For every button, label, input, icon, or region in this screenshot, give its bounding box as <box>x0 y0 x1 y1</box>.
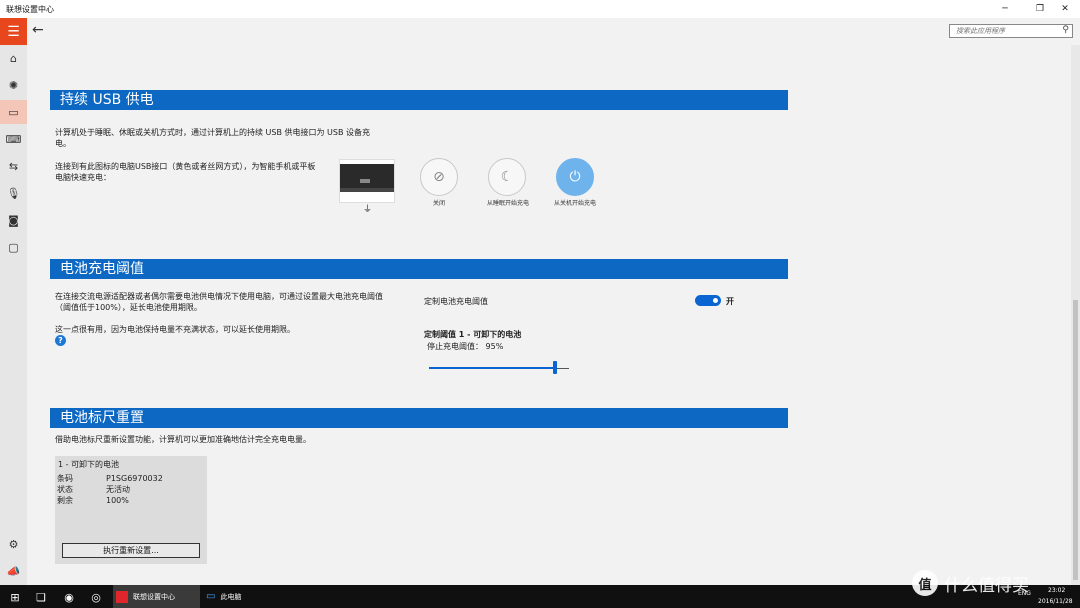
window-title: 联想设置中心 <box>6 5 54 14</box>
camera-icon: ◙ <box>8 213 19 227</box>
sidebar-item-power[interactable]: ▭ <box>0 100 27 124</box>
toggle-state-label: 开 <box>726 297 734 306</box>
close-icon: ✕ <box>1061 4 1069 14</box>
minimize-button[interactable]: ─ <box>990 0 1020 18</box>
battery-threshold-title: 定制阈值 1 - 可卸下的电池 <box>424 330 522 339</box>
usb-off-icon: ⊘ <box>433 169 445 185</box>
reset-gauge-button[interactable]: 执行重新设置... <box>62 543 200 558</box>
usb-power-icon: ⏻ <box>569 169 581 185</box>
usb-section-heading: 持续 USB 供电 <box>50 90 788 110</box>
usb-option-off[interactable]: ⊘ <box>420 158 458 196</box>
gauge-section-heading: 电池标尺重置 <box>50 408 788 428</box>
threshold-description-line1: 在连接交流电源适配器或者偶尔需要电池供电情况下使用电脑，可通过设置最大电池充电阈… <box>55 292 383 301</box>
taskbar-app-thispc[interactable]: ▭ 此电脑 <box>203 585 290 608</box>
back-arrow-icon: ← <box>32 22 44 38</box>
search-icon[interactable]: ⚲ <box>1062 25 1069 35</box>
search-box[interactable]: ⚲ <box>949 24 1073 38</box>
taskbar-app-lenovo[interactable]: 联想设置中心 <box>113 585 200 608</box>
lenovo-app-icon <box>116 590 128 603</box>
gauge-description: 借助电池标尺重新设置功能，计算机可以更加准确地估计完全充电电量。 <box>55 435 311 444</box>
usb-port-line2: 电脑快速充电： <box>55 173 111 182</box>
sidebar-item-input[interactable]: ⌨ <box>0 127 27 151</box>
sidebar-item-settings[interactable]: ⚙ <box>0 532 27 556</box>
task-view-icon: ❏ <box>36 590 46 604</box>
battery-icon: ▭ <box>8 105 19 119</box>
sidebar-item-feedback[interactable]: 📣 <box>0 559 27 583</box>
usb-port-line1: 连接到有此图标的电脑USB接口（黄色或者丝网方式），为智能手机或平板 <box>55 162 316 171</box>
usb-option-sleep[interactable]: ☾ <box>488 158 526 196</box>
search-input[interactable] <box>950 25 1056 37</box>
sidebar-item-network[interactable]: ⇆ <box>0 154 27 178</box>
taskbar-app-lenovo-label: 联想设置中心 <box>133 592 175 601</box>
task-view-button[interactable]: ❏ <box>32 588 50 606</box>
keyboard-icon: ⌨ <box>5 132 22 146</box>
gear-icon: ⚙ <box>8 537 19 551</box>
usb-description-line2: 电。 <box>55 139 71 148</box>
hamburger-icon: ☰ <box>7 23 20 40</box>
scrollbar-thumb[interactable] <box>1073 300 1078 580</box>
usb-option-shutdown[interactable]: ⏻ <box>556 158 594 196</box>
menu-button[interactable]: ☰ <box>0 18 27 45</box>
sidebar-item-audio[interactable]: 🎙 <box>0 181 27 205</box>
threshold-description-line3: 这一点很有用，因为电池保持电量不充满状态，可以延长使用期限。 <box>55 325 295 334</box>
battery-card-title: 1 - 可卸下的电池 <box>58 460 120 469</box>
barcode-key: 条码 <box>57 474 73 483</box>
title-bar: 联想设置中心 ─ ❐ ✕ <box>0 0 1080 18</box>
stop-threshold-value: 95% <box>485 342 504 351</box>
usb-sleep-icon: ☾ <box>500 169 514 185</box>
usb-option-sleep-label: 从睡眠开始充电 <box>486 200 529 207</box>
status-value: 无活动 <box>106 485 130 494</box>
custom-threshold-toggle[interactable] <box>695 295 721 306</box>
app-toolbar <box>0 18 1080 45</box>
usb-option-shutdown-label: 从关机开始充电 <box>553 200 596 207</box>
threshold-description-line2: （阈值低于100%），延长电池使用期限。 <box>55 303 202 312</box>
usb-description-line1: 计算机处于睡眠、休眠或关机方式时，通过计算机上的持续 USB 供电接口为 USB… <box>55 128 371 137</box>
sidebar-item-display[interactable]: ✺ <box>0 73 27 97</box>
custom-threshold-toggle-label: 定制电池充电阈值 <box>424 297 488 306</box>
start-button[interactable]: ⊞ <box>6 588 24 606</box>
watermark: 值 什么值得买 <box>912 566 1080 600</box>
threshold-slider-fill <box>429 367 555 369</box>
sidebar-item-home[interactable]: ⌂ <box>0 46 27 70</box>
minimize-icon: ─ <box>1002 4 1008 14</box>
stop-threshold-label: 停止充电阈值： <box>427 342 483 351</box>
back-button[interactable]: ← <box>32 22 44 38</box>
microphone-icon: 🎙 <box>6 186 21 200</box>
usb-option-off-label: 关闭 <box>432 200 445 207</box>
taskbar-app-thispc-label: 此电脑 <box>220 592 242 601</box>
remaining-value: 100% <box>106 496 129 505</box>
network-icon: ⇆ <box>8 159 19 173</box>
remaining-key: 剩余 <box>57 496 73 505</box>
threshold-slider-thumb[interactable] <box>553 361 557 374</box>
chrome-icon: ◎ <box>91 590 101 604</box>
computer-icon: ▭ <box>206 591 216 602</box>
threshold-section-heading: 电池充电阈值 <box>50 259 788 279</box>
barcode-value: P1SG6970032 <box>106 474 163 483</box>
usb-charge-icon: ⏚ <box>363 205 373 215</box>
status-key: 状态 <box>57 485 73 494</box>
sidebar-item-camera[interactable]: ◙ <box>0 208 27 232</box>
watermark-text: 什么值得买 <box>944 575 1029 596</box>
lightbulb-icon: ✺ <box>8 78 19 92</box>
close-button[interactable]: ✕ <box>1050 0 1080 18</box>
sidebar-item-monitor[interactable]: ▢ <box>0 235 27 259</box>
help-icon[interactable]: ? <box>55 335 66 346</box>
maximize-icon: ❐ <box>1035 4 1045 14</box>
windows-logo-icon: ⊞ <box>10 590 20 604</box>
taskbar-app-browser[interactable]: ◉ <box>60 588 78 606</box>
toggle-knob <box>713 298 718 303</box>
laptop-port-photo <box>339 159 395 203</box>
watermark-badge: 值 <box>912 570 938 596</box>
taskbar-app-chrome[interactable]: ◎ <box>87 588 105 606</box>
stop-threshold-row: 停止充电阈值： 95% <box>427 341 503 352</box>
home-icon: ⌂ <box>10 51 17 65</box>
browser-icon: ◉ <box>64 590 74 604</box>
monitor-icon: ▢ <box>8 240 19 254</box>
megaphone-icon: 📣 <box>6 564 21 578</box>
sidebar: ⌂ ✺ ▭ ⌨ ⇆ 🎙 ◙ ▢ ⚙ 📣 <box>0 45 27 585</box>
